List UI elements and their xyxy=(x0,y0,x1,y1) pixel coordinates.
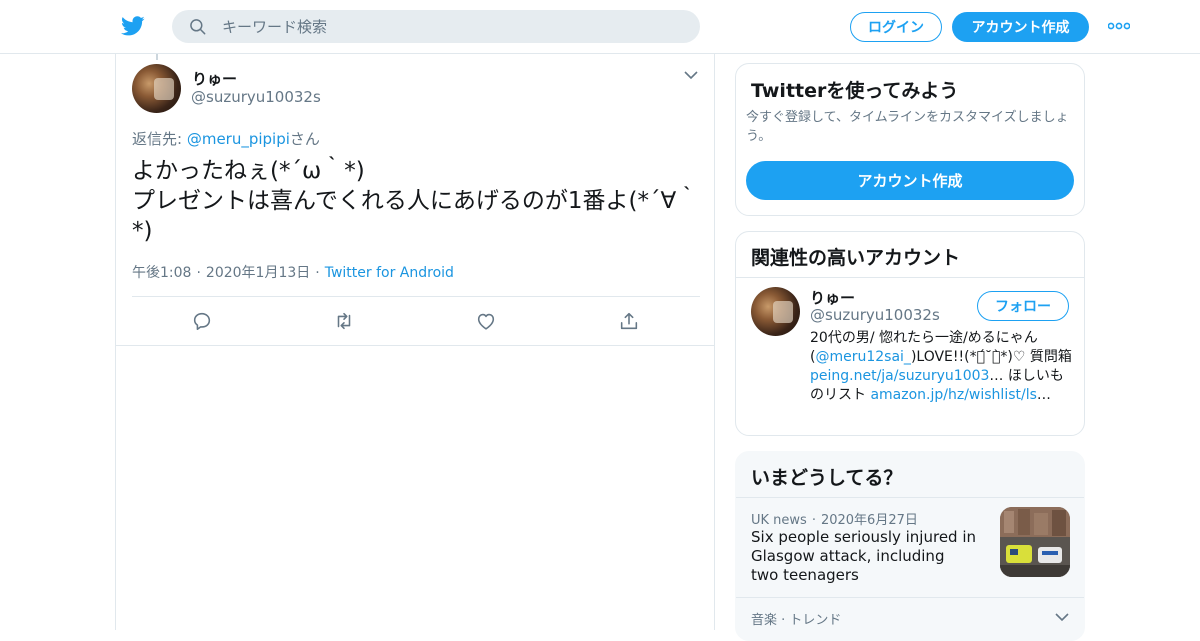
trends-card-title: いまどうしてる？ xyxy=(751,467,903,489)
thread-connector xyxy=(156,54,158,60)
divider xyxy=(132,296,700,297)
login-button[interactable]: ログイン xyxy=(850,12,942,42)
signup-card-description: 今すぐ登録して、タイムラインをカスタマイズしましょう。 xyxy=(746,110,1069,144)
more-dots-icon[interactable] xyxy=(1108,20,1130,32)
related-account-handle[interactable]: @suzuryu10032s xyxy=(810,306,940,324)
tweet-actions xyxy=(116,298,714,346)
divider xyxy=(736,277,1084,278)
news-date: 2020年6月27日 xyxy=(820,513,918,528)
divider xyxy=(736,597,1084,598)
bio-text: )LOVE!!(*ฅ́˘ฅ̀*)♡ 質問箱 xyxy=(910,349,1072,365)
avatar[interactable] xyxy=(132,64,181,113)
news-headline[interactable]: Six people seriously injured in Glasgow … xyxy=(751,528,976,585)
search-box[interactable] xyxy=(172,10,700,43)
main-column: りゅー @suzuryu10032s 返信先: @meru_pipipiさん よ… xyxy=(115,54,715,630)
tweet-metadata: 午後1:08 · 2020年1月13日 · Twitter for Android xyxy=(132,265,454,281)
tweet-time[interactable]: 午後1:08 xyxy=(132,265,191,281)
related-account-bio: 20代の男/ 惚れたら一途/めるにゃん(@meru12sai_)LOVE!!(*… xyxy=(810,329,1072,405)
news-source: UK news xyxy=(751,513,807,528)
tweet-source-link[interactable]: Twitter for Android xyxy=(325,265,454,281)
related-card-title: 関連性の高いアカウント xyxy=(751,247,961,269)
news-thumbnail-image[interactable] xyxy=(1000,507,1070,577)
like-icon[interactable] xyxy=(475,310,497,332)
search-input[interactable] xyxy=(222,10,682,43)
reply-to-line: 返信先: @meru_pipipiさん xyxy=(132,128,320,149)
tweet-text: よかったねぇ(*´ω｀*) プレゼントは喜んでくれる人にあげるのが1番よ(*´∀… xyxy=(132,158,700,244)
trends-card: いまどうしてる？ UK news · 2020年6月27日 Six people s… xyxy=(735,451,1085,641)
avatar[interactable] xyxy=(751,287,800,336)
tweet-author-name[interactable]: りゅー xyxy=(192,68,237,89)
top-bar: ログイン アカウント作成 xyxy=(0,0,1200,54)
retweet-icon[interactable] xyxy=(333,310,355,332)
chevron-down-icon[interactable] xyxy=(1055,612,1069,622)
reply-to-suffix: さん xyxy=(289,130,320,148)
share-icon[interactable] xyxy=(618,310,640,332)
divider xyxy=(116,345,714,346)
signup-card-button[interactable]: アカウント作成 xyxy=(746,161,1074,200)
divider xyxy=(736,497,1084,498)
bio-link-peing[interactable]: peing.net/ja/suzuryu1003 xyxy=(810,368,989,384)
signup-card: Twitterを使ってみよう 今すぐ登録して、タイムラインをカスタマイズしましょ… xyxy=(735,63,1085,216)
signup-button[interactable]: アカウント作成 xyxy=(952,12,1089,42)
twitter-bird-icon[interactable] xyxy=(120,14,146,38)
bio-mention-link[interactable]: @meru12sai_ xyxy=(815,349,910,365)
tweet-date[interactable]: 2020年1月13日 xyxy=(206,265,310,281)
chevron-down-icon[interactable] xyxy=(684,70,698,80)
tweet-author-handle[interactable]: @suzuryu10032s xyxy=(191,88,321,106)
news-meta: UK news · 2020年6月27日 xyxy=(751,513,918,528)
follow-button[interactable]: フォロー xyxy=(977,291,1069,321)
signup-card-title: Twitterを使ってみよう xyxy=(751,80,959,102)
related-account-name[interactable]: りゅー xyxy=(810,287,855,308)
bio-link-amazon[interactable]: amazon.jp/hz/wishlist/ls xyxy=(870,387,1036,403)
trend-category[interactable]: 音楽 · トレンド xyxy=(751,609,841,628)
search-icon xyxy=(190,19,206,35)
reply-to-prefix: 返信先: xyxy=(132,130,187,148)
reply-mention-link[interactable]: @meru_pipipi xyxy=(187,130,290,148)
reply-icon[interactable] xyxy=(191,310,213,332)
related-accounts-card: 関連性の高いアカウント りゅー @suzuryu10032s フォロー 20代の… xyxy=(735,231,1085,436)
bio-text: … xyxy=(1036,387,1051,403)
